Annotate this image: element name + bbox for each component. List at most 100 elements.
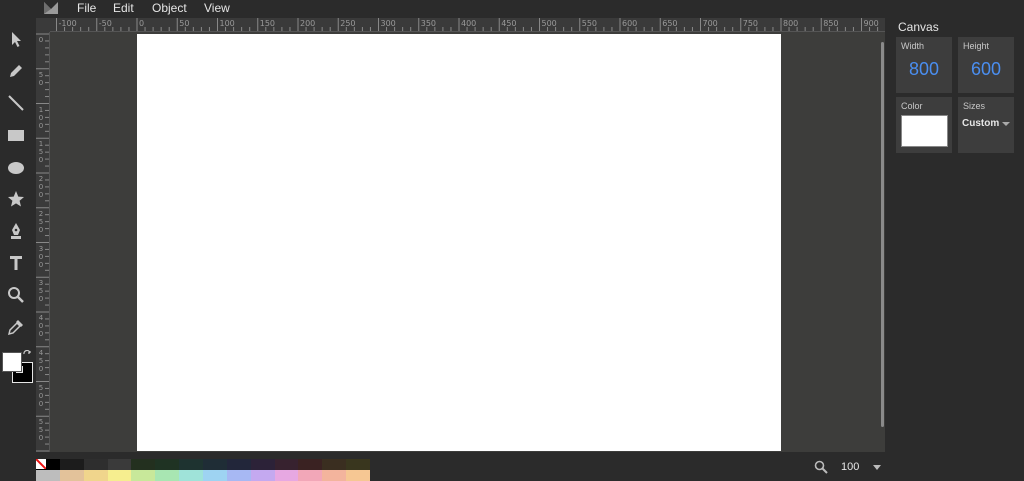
palette-swatch[interactable] xyxy=(203,459,227,470)
sizes-value[interactable]: Custom xyxy=(962,118,999,129)
palette-swatch[interactable] xyxy=(250,459,275,470)
palette-swatch[interactable] xyxy=(226,459,251,470)
star-tool[interactable] xyxy=(5,188,27,210)
rectangle-tool[interactable] xyxy=(5,124,27,146)
ruler-label: 300 xyxy=(380,19,396,28)
ruler-label: 450 xyxy=(501,19,517,28)
line-tool[interactable] xyxy=(5,92,27,114)
color-label: Color xyxy=(901,101,923,111)
palette-swatch[interactable] xyxy=(322,459,347,470)
palette-swatch[interactable] xyxy=(203,470,227,481)
no-color-swatch[interactable] xyxy=(36,459,46,469)
drawing-canvas[interactable] xyxy=(137,34,781,451)
menu-edit[interactable]: Edit xyxy=(113,1,134,15)
palette-swatch[interactable] xyxy=(346,459,371,470)
ellipse-icon xyxy=(8,162,24,174)
palette-swatch[interactable] xyxy=(250,470,275,481)
palette-swatch[interactable] xyxy=(179,459,204,470)
width-field[interactable]: Width 800 xyxy=(896,37,952,93)
pencil-icon xyxy=(10,65,22,77)
palette-swatch[interactable] xyxy=(274,470,299,481)
ruler-label: 150 xyxy=(259,19,276,28)
panel-title: Canvas xyxy=(898,20,939,34)
palette-row xyxy=(36,470,371,481)
palette-swatch[interactable] xyxy=(226,470,251,481)
ruler-label: 0 xyxy=(38,36,44,44)
ruler-label: -50 xyxy=(98,19,112,28)
ruler-label: 0 xyxy=(139,19,145,28)
text-tool[interactable] xyxy=(5,252,27,274)
palette-swatch[interactable] xyxy=(59,459,84,470)
canvas-panel: Canvas Width 800 Height 600 Color Sizes … xyxy=(888,0,1024,481)
ruler-label: 900 xyxy=(863,19,879,28)
height-value[interactable]: 600 xyxy=(958,59,1014,80)
ruler-label: 550 xyxy=(581,19,598,28)
pen-nib-icon xyxy=(11,223,21,239)
ruler-label: 750 xyxy=(742,19,759,28)
pencil-tool[interactable] xyxy=(5,60,27,82)
eyedropper-tool[interactable] xyxy=(5,316,27,338)
ruler-label: 500 xyxy=(38,383,44,408)
color-field[interactable]: Color xyxy=(896,97,952,153)
zoom-level[interactable]: 100 xyxy=(841,461,859,473)
ruler-label: 650 xyxy=(662,19,678,28)
zoom-tool[interactable] xyxy=(5,284,27,306)
workarea[interactable] xyxy=(50,32,885,452)
zoom-magnifier-icon xyxy=(814,460,828,474)
height-field[interactable]: Height 600 xyxy=(958,37,1014,93)
ruler-label: 700 xyxy=(702,19,718,28)
palette-swatch[interactable] xyxy=(155,470,180,481)
ruler-label: 600 xyxy=(622,19,638,28)
menu-object[interactable]: Object xyxy=(152,1,187,15)
cursor-arrow-icon xyxy=(12,32,21,47)
canvas-color-swatch[interactable] xyxy=(901,115,948,147)
sizes-label: Sizes xyxy=(963,101,986,111)
star-icon xyxy=(8,191,24,207)
palette-swatch[interactable] xyxy=(274,459,299,470)
palette-swatch[interactable] xyxy=(83,470,108,481)
palette-swatch[interactable] xyxy=(179,470,204,481)
palette-swatch[interactable] xyxy=(298,470,323,481)
ruler-corner xyxy=(36,18,50,32)
palette-swatch[interactable] xyxy=(131,459,156,470)
ruler-horizontal: -100 -50 0 50 100 150 200 250 300 350 400 450 500 550… xyxy=(50,18,885,32)
ruler-label: 250 xyxy=(340,19,356,28)
palette-swatch[interactable] xyxy=(59,470,84,481)
sizes-dropdown-arrow[interactable] xyxy=(1002,122,1010,126)
zoom-dropdown-arrow[interactable] xyxy=(873,465,881,470)
ruler-label: 250 xyxy=(38,209,44,234)
ruler-label: 300 xyxy=(38,244,44,269)
palette-swatch[interactable] xyxy=(322,470,347,481)
menu-file[interactable]: File xyxy=(77,1,96,15)
ellipse-tool[interactable] xyxy=(5,156,27,178)
vertical-scrollbar[interactable] xyxy=(881,42,884,427)
menu-view[interactable]: View xyxy=(204,1,230,15)
ruler-label: 100 xyxy=(219,19,235,28)
width-value[interactable]: 800 xyxy=(896,59,952,80)
palette-swatch[interactable] xyxy=(107,459,132,470)
color-palette[interactable] xyxy=(36,459,371,481)
app-logo-icon[interactable] xyxy=(43,1,59,15)
palette-swatch[interactable] xyxy=(346,470,371,481)
width-label: Width xyxy=(901,41,925,51)
ruler-vertical: 0 50 100 150 200 250 300 350 400 450 500 550 xyxy=(36,32,50,452)
swap-colors-icon[interactable] xyxy=(23,350,32,359)
line-icon xyxy=(8,95,24,111)
select-tool[interactable] xyxy=(5,28,27,50)
palette-swatch[interactable] xyxy=(298,459,323,470)
sizes-field[interactable]: Sizes Custom xyxy=(958,97,1014,153)
ruler-label: 550 xyxy=(38,418,44,443)
palette-swatch[interactable] xyxy=(131,470,156,481)
palette-swatch[interactable] xyxy=(107,470,132,481)
ruler-label: 50 xyxy=(179,19,190,28)
ruler-label: 150 xyxy=(38,140,44,165)
palette-swatch[interactable] xyxy=(83,459,108,470)
pen-tool[interactable] xyxy=(5,220,27,242)
ruler-label: 350 xyxy=(420,19,437,28)
fill-color-swatch[interactable] xyxy=(2,352,22,372)
palette-swatch[interactable] xyxy=(36,470,60,481)
menu-bar: File Edit Object View xyxy=(0,0,1024,16)
palette-swatch[interactable] xyxy=(155,459,180,470)
ruler-label: 850 xyxy=(823,19,839,28)
height-label: Height xyxy=(963,41,990,51)
